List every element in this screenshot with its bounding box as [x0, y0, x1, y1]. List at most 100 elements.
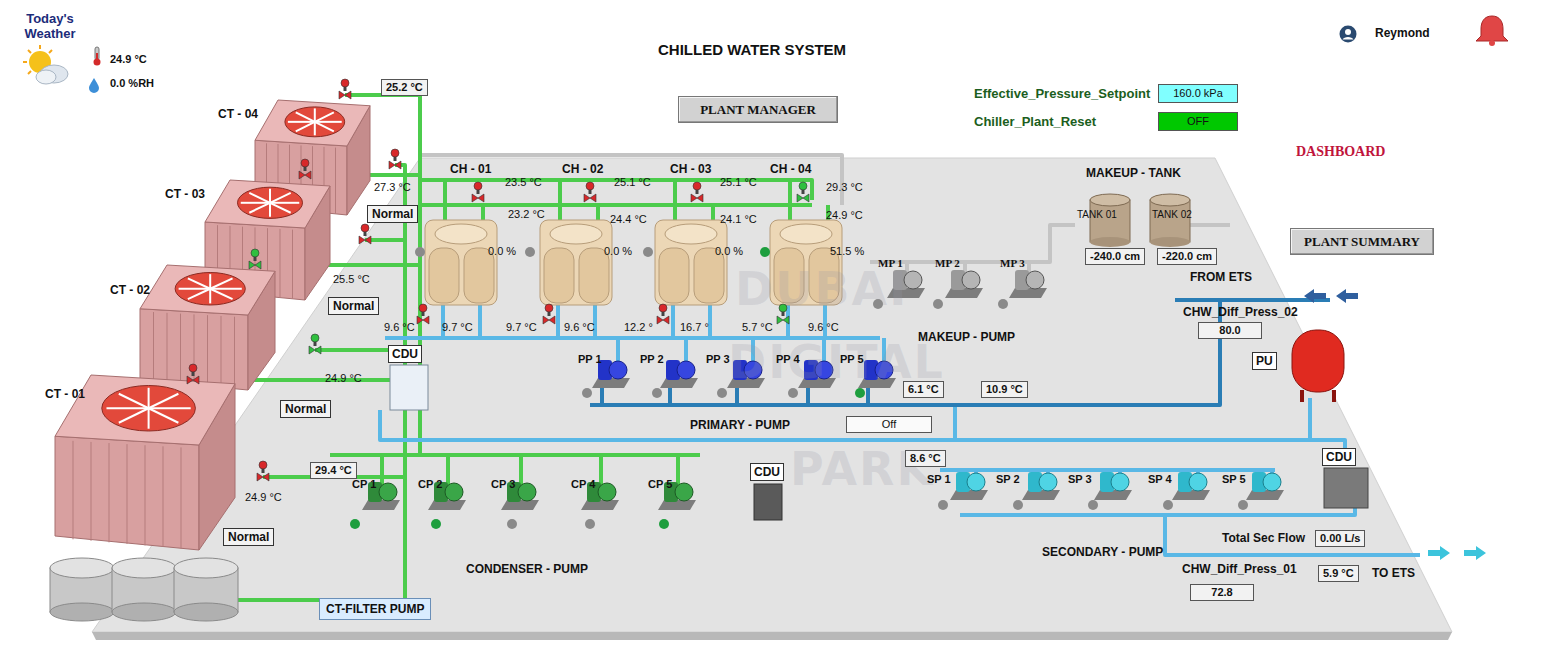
- ct-filter-pump-button[interactable]: CT-FILTER PUMP: [319, 598, 431, 620]
- condenser-pump-status-dot: [507, 519, 517, 529]
- valve-icon[interactable]: [187, 364, 199, 384]
- from-ets-label: FROM ETS: [1190, 270, 1252, 284]
- secondary-pump-name: SP 3: [1068, 472, 1092, 486]
- secondary-pump-icon[interactable]: [1246, 472, 1284, 500]
- condenser-pump-name: CP 2: [418, 477, 442, 491]
- primary-supply-temperature: 6.1 °C: [903, 381, 944, 398]
- condenser-header-temperature: 25.2 °C: [381, 79, 428, 96]
- user-icon[interactable]: [1339, 25, 1357, 43]
- alarm-bell-icon[interactable]: [1472, 14, 1512, 46]
- primary-pump-name: PP 4: [776, 352, 800, 366]
- setpoint-value[interactable]: 160.0 kPa: [1158, 84, 1238, 103]
- from-ets-arrows-icon: [1304, 288, 1360, 304]
- primary-pipe: [600, 388, 604, 405]
- chiller-unit[interactable]: [655, 220, 727, 305]
- chiller-evaporator-temperature: 9.6 °C: [564, 320, 595, 334]
- secondary-pump-status-dot: [938, 500, 948, 510]
- condenser-pump-title: CONDENSER - PUMP: [466, 562, 588, 576]
- secondary-pump-status-dot: [1013, 500, 1023, 510]
- setpoint-value[interactable]: OFF: [1158, 112, 1238, 131]
- chiller-status-dot: [415, 247, 425, 257]
- cooling-tower-status: Normal: [223, 528, 274, 546]
- primary-pump-icon[interactable]: [660, 360, 698, 388]
- chiller-condenser-temperature: 24.4 °C: [610, 212, 647, 226]
- secondary-pump-icon[interactable]: [950, 472, 988, 500]
- makeup-pipe: [1190, 223, 1230, 227]
- cdu-cabinet[interactable]: [390, 365, 428, 410]
- chiller-condenser-temperature: 23.2 °C: [508, 207, 545, 221]
- expansion-vessel-icon[interactable]: [1292, 330, 1344, 402]
- plant-summary-button[interactable]: PLANT SUMMARY: [1290, 228, 1434, 255]
- valve-icon[interactable]: [417, 304, 429, 324]
- makeup-tank-name: TANK 02: [1152, 208, 1192, 222]
- primary-pump-name: PP 1: [578, 352, 602, 366]
- makeup-tank-title: MAKEUP - TANK: [1086, 166, 1181, 180]
- condenser-pump-name: CP 1: [352, 477, 376, 491]
- secondary-pump-icon[interactable]: [1022, 472, 1060, 500]
- condenser-pipe: [330, 453, 700, 457]
- ets-supply-temperature: 5.9 °C: [1318, 565, 1359, 582]
- chilled-water-pipe: [1165, 515, 1420, 555]
- condenser-pump-name: CP 3: [491, 477, 515, 491]
- valve-icon[interactable]: [249, 249, 261, 269]
- chiller-name: CH - 03: [670, 162, 711, 176]
- valve-icon[interactable]: [797, 182, 809, 202]
- valve-icon[interactable]: [543, 304, 555, 324]
- primary-pump-status-dot: [717, 388, 727, 398]
- cdu-label: CDU: [750, 463, 784, 481]
- makeup-pipe: [870, 225, 1075, 262]
- cdu-label: CDU: [388, 345, 422, 363]
- diff-press-label: CHW_Diff_Press_02: [1183, 305, 1298, 319]
- cooling-tower[interactable]: [55, 375, 235, 550]
- valve-icon[interactable]: [472, 182, 484, 202]
- dashboard-link[interactable]: DASHBOARD: [1296, 144, 1385, 160]
- weather-humidity: 0.0 %RH: [110, 76, 154, 90]
- chiller-evaporator-temperature: 9.7 °C: [506, 320, 537, 334]
- valve-icon[interactable]: [359, 224, 371, 244]
- chilled-water-pipe: [671, 300, 675, 338]
- secondary-pump-title: SECONDARY - PUMP: [1042, 545, 1163, 559]
- secondary-pump-status-dot: [1238, 500, 1248, 510]
- chiller-evaporator-temperature: 12.2 °: [624, 320, 653, 334]
- valve-icon[interactable]: [309, 334, 321, 354]
- cooling-tower-status: Normal: [328, 297, 379, 315]
- makeup-pump-icon[interactable]: [1009, 270, 1047, 298]
- humidity-drop-icon: [88, 77, 100, 93]
- cdu-cabinet[interactable]: [754, 484, 782, 520]
- weather-temperature: 24.9 °C: [110, 52, 147, 66]
- chiller-status-dot: [643, 247, 653, 257]
- valve-icon[interactable]: [657, 304, 669, 324]
- chiller-unit[interactable]: [540, 220, 612, 305]
- cooling-tower[interactable]: [140, 265, 275, 390]
- valve-icon[interactable]: [691, 182, 703, 202]
- valve-icon[interactable]: [389, 149, 401, 169]
- setpoint-label: Chiller_Plant_Reset: [974, 114, 1096, 129]
- diff-press-label: CHW_Diff_Press_01: [1182, 562, 1297, 576]
- fan-icon: [285, 107, 345, 137]
- plant-manager-button[interactable]: PLANT MANAGER: [678, 96, 838, 123]
- chiller-name: CH - 01: [450, 162, 491, 176]
- valve-icon[interactable]: [299, 159, 311, 179]
- primary-pump-status-dot: [652, 388, 662, 398]
- decoupler-temperature: 8.6 °C: [905, 450, 946, 467]
- cdu-cabinet[interactable]: [1324, 468, 1368, 508]
- total-sec-flow-label: Total Sec Flow: [1222, 531, 1305, 545]
- chiller-unit[interactable]: [425, 220, 497, 305]
- secondary-pump-icon[interactable]: [1094, 472, 1132, 500]
- chiller-condenser-temperature: 23.5 °C: [505, 175, 542, 189]
- makeup-pump-title: MAKEUP - PUMP: [918, 330, 1015, 344]
- valve-icon[interactable]: [339, 79, 351, 99]
- chiller-evaporator-temperature: 5.7 °C: [742, 320, 773, 334]
- chilled-water-pipe: [478, 300, 482, 338]
- secondary-pump-icon[interactable]: [1172, 472, 1210, 500]
- makeup-pump-icon[interactable]: [945, 270, 983, 298]
- primary-mode[interactable]: Off: [846, 416, 932, 433]
- makeup-tank-icon[interactable]: [1150, 194, 1190, 247]
- weather-title: Today's Weather: [12, 11, 88, 41]
- secondary-pump-name: SP 2: [996, 472, 1020, 486]
- valve-icon[interactable]: [584, 182, 596, 202]
- valve-icon[interactable]: [257, 461, 269, 481]
- makeup-tank-icon[interactable]: [1090, 194, 1130, 247]
- cooling-tower-temperature: 24.9 °C: [325, 371, 362, 385]
- storage-tank-icon: [174, 558, 238, 621]
